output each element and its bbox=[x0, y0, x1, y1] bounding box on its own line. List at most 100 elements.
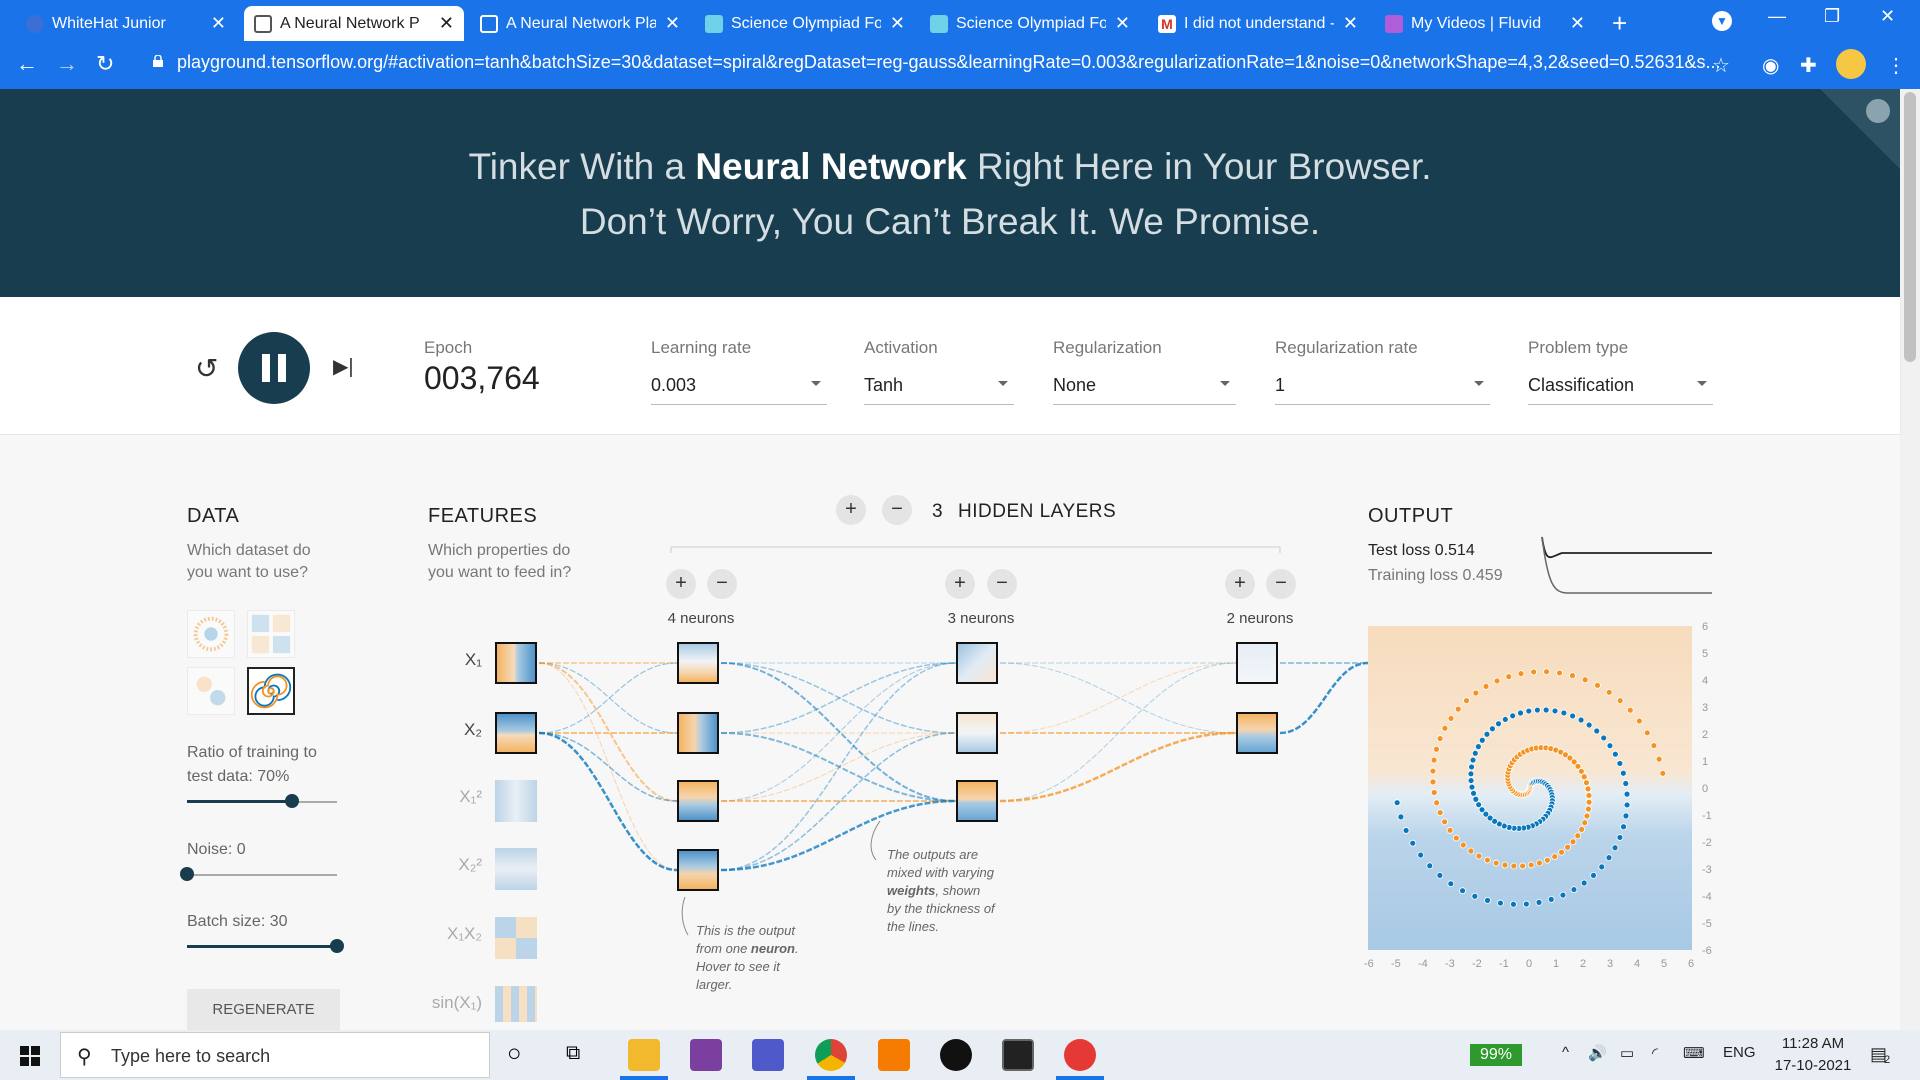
close-icon[interactable]: ✕ bbox=[890, 13, 905, 34]
neuron-l1-3[interactable] bbox=[677, 780, 719, 822]
remove-neuron-layer1-button[interactable]: − bbox=[707, 569, 737, 599]
close-icon[interactable]: ✕ bbox=[665, 13, 680, 34]
keyboard-icon[interactable]: ⌨ bbox=[1683, 1044, 1705, 1062]
windows-start-icon[interactable] bbox=[20, 1046, 40, 1066]
hidden-layers-label: HIDDEN LAYERS bbox=[958, 501, 1117, 522]
step-button[interactable]: ▶| bbox=[333, 354, 354, 379]
close-icon[interactable]: ✕ bbox=[1343, 13, 1358, 34]
neuron-l1-4[interactable] bbox=[677, 849, 719, 891]
data-point bbox=[1482, 683, 1490, 690]
task-view-icon[interactable]: ⧉ bbox=[566, 1042, 580, 1065]
neuron-l1-2[interactable] bbox=[677, 712, 719, 754]
tab-gmail[interactable]: M I did not understand - ✕ bbox=[1158, 6, 1368, 41]
chevron-up-icon[interactable]: ^ bbox=[1562, 1044, 1569, 1061]
learning-rate-select[interactable]: 0.003 bbox=[651, 375, 827, 405]
data-point bbox=[1468, 763, 1475, 771]
clock-time[interactable]: 11:28 AM bbox=[1758, 1035, 1868, 1052]
feature-x2[interactable] bbox=[495, 712, 537, 754]
neuron-l3-1[interactable] bbox=[1236, 642, 1278, 684]
tab-science-olympiad-1[interactable]: Science Olympiad Fou ✕ bbox=[705, 6, 915, 41]
remove-neuron-layer2-button[interactable]: − bbox=[987, 569, 1017, 599]
reload-icon[interactable]: ↻ bbox=[96, 51, 114, 77]
regularization-select[interactable]: None bbox=[1053, 375, 1236, 405]
neuron-l2-2[interactable] bbox=[956, 712, 998, 754]
extension-icon[interactable]: ◉ bbox=[1762, 53, 1779, 78]
battery-indicator[interactable]: 99% bbox=[1470, 1044, 1522, 1066]
x-tick-label: -1 bbox=[1499, 958, 1509, 970]
close-icon[interactable]: ✕ bbox=[1570, 13, 1585, 34]
close-icon[interactable]: ✕ bbox=[439, 13, 454, 34]
reset-button[interactable]: ↺ bbox=[195, 352, 218, 385]
menu-icon[interactable]: ⋮ bbox=[1886, 53, 1906, 78]
battery-icon[interactable]: ▭ bbox=[1620, 1044, 1634, 1062]
epoch-label: Epoch bbox=[424, 338, 473, 357]
github-icon[interactable] bbox=[1820, 89, 1900, 169]
data-point bbox=[1623, 790, 1631, 798]
tab-search-icon[interactable]: ▼ bbox=[1712, 11, 1732, 31]
volume-icon[interactable]: 🔊 bbox=[1588, 1044, 1607, 1062]
data-point bbox=[1475, 852, 1483, 860]
app-b-icon[interactable] bbox=[690, 1039, 722, 1071]
forward-icon[interactable]: → bbox=[56, 51, 78, 77]
sublime-icon[interactable] bbox=[878, 1039, 910, 1071]
close-icon[interactable]: ✕ bbox=[211, 13, 226, 34]
feature-x1[interactable] bbox=[495, 642, 537, 684]
regularization-rate-select[interactable]: 1 bbox=[1275, 375, 1490, 405]
data-point bbox=[1564, 843, 1572, 851]
tab-fluvid[interactable]: My Videos | Fluvid ✕ bbox=[1385, 6, 1595, 41]
feature-x2-squared[interactable] bbox=[495, 848, 537, 890]
new-tab-button[interactable]: + bbox=[1612, 8, 1627, 39]
scrollbar-thumb[interactable] bbox=[1904, 92, 1916, 362]
tab-neural-network[interactable]: A Neural Network Pla ✕ bbox=[480, 6, 690, 41]
feature-x1x2[interactable] bbox=[495, 917, 537, 959]
feature-x1-squared-label: X₁² bbox=[459, 787, 482, 806]
data-point bbox=[1542, 706, 1550, 714]
data-point bbox=[1393, 799, 1401, 807]
remove-neuron-layer3-button[interactable]: − bbox=[1266, 569, 1296, 599]
chrome-icon[interactable] bbox=[815, 1039, 847, 1071]
unreal-icon[interactable] bbox=[940, 1039, 972, 1071]
add-neuron-layer1-button[interactable]: + bbox=[666, 569, 696, 599]
taskbar-search[interactable]: ⚲ Type here to search bbox=[60, 1032, 490, 1078]
teams-icon[interactable] bbox=[752, 1039, 784, 1071]
tab-science-olympiad-2[interactable]: Science Olympiad Fou ✕ bbox=[930, 6, 1140, 41]
app-red-icon[interactable] bbox=[1064, 1039, 1096, 1071]
wifi-icon[interactable]: ◜ bbox=[1652, 1044, 1658, 1062]
pause-button[interactable] bbox=[238, 332, 310, 404]
cortana-icon[interactable]: ○ bbox=[507, 1040, 522, 1068]
tab-neural-network-active[interactable]: A Neural Network Pla ✕ bbox=[244, 6, 464, 41]
activation-select[interactable]: Tanh bbox=[864, 375, 1014, 405]
remove-layer-button[interactable]: − bbox=[882, 495, 912, 525]
puzzle-icon[interactable]: ✚ bbox=[1800, 53, 1817, 78]
tab-title: Science Olympiad Fou bbox=[956, 14, 1106, 32]
add-neuron-layer3-button[interactable]: + bbox=[1225, 569, 1255, 599]
back-icon[interactable]: ← bbox=[16, 51, 38, 77]
feature-sin-x1[interactable] bbox=[495, 986, 537, 1022]
neuron-l2-1[interactable] bbox=[956, 642, 998, 684]
language-indicator[interactable]: ENG bbox=[1723, 1044, 1756, 1061]
clock-date[interactable]: 17-10-2021 bbox=[1758, 1057, 1868, 1074]
feature-x1-squared[interactable] bbox=[495, 780, 537, 822]
neuron-l3-2[interactable] bbox=[1236, 712, 1278, 754]
playground-main: DATA Which dataset do you want to use? R… bbox=[0, 435, 1900, 1030]
problem-type-select[interactable]: Classification bbox=[1528, 375, 1713, 405]
neuron-l2-3[interactable] bbox=[956, 780, 998, 822]
data-point bbox=[1584, 785, 1592, 793]
add-neuron-layer2-button[interactable]: + bbox=[945, 569, 975, 599]
headline-text: Tinker With a bbox=[468, 146, 696, 187]
neuron-l1-1[interactable] bbox=[677, 642, 719, 684]
annotation-text: from one bbox=[696, 941, 751, 956]
restore-icon[interactable]: ❐ bbox=[1824, 6, 1840, 27]
learning-rate-label: Learning rate bbox=[651, 338, 752, 357]
tab-whitehat[interactable]: WhiteHat Junior ✕ bbox=[26, 6, 236, 41]
close-window-icon[interactable]: ✕ bbox=[1880, 6, 1895, 27]
lock-icon bbox=[153, 55, 163, 67]
x-tick-label: -4 bbox=[1418, 958, 1428, 970]
bookmark-star-icon[interactable]: ☆ bbox=[1712, 53, 1730, 78]
close-icon[interactable]: ✕ bbox=[1115, 13, 1130, 34]
file-explorer-icon[interactable] bbox=[628, 1039, 660, 1071]
avatar[interactable] bbox=[1836, 49, 1866, 79]
add-layer-button[interactable]: + bbox=[836, 495, 866, 525]
terminal-icon[interactable] bbox=[1002, 1039, 1034, 1071]
minimize-icon[interactable]: — bbox=[1768, 6, 1786, 27]
